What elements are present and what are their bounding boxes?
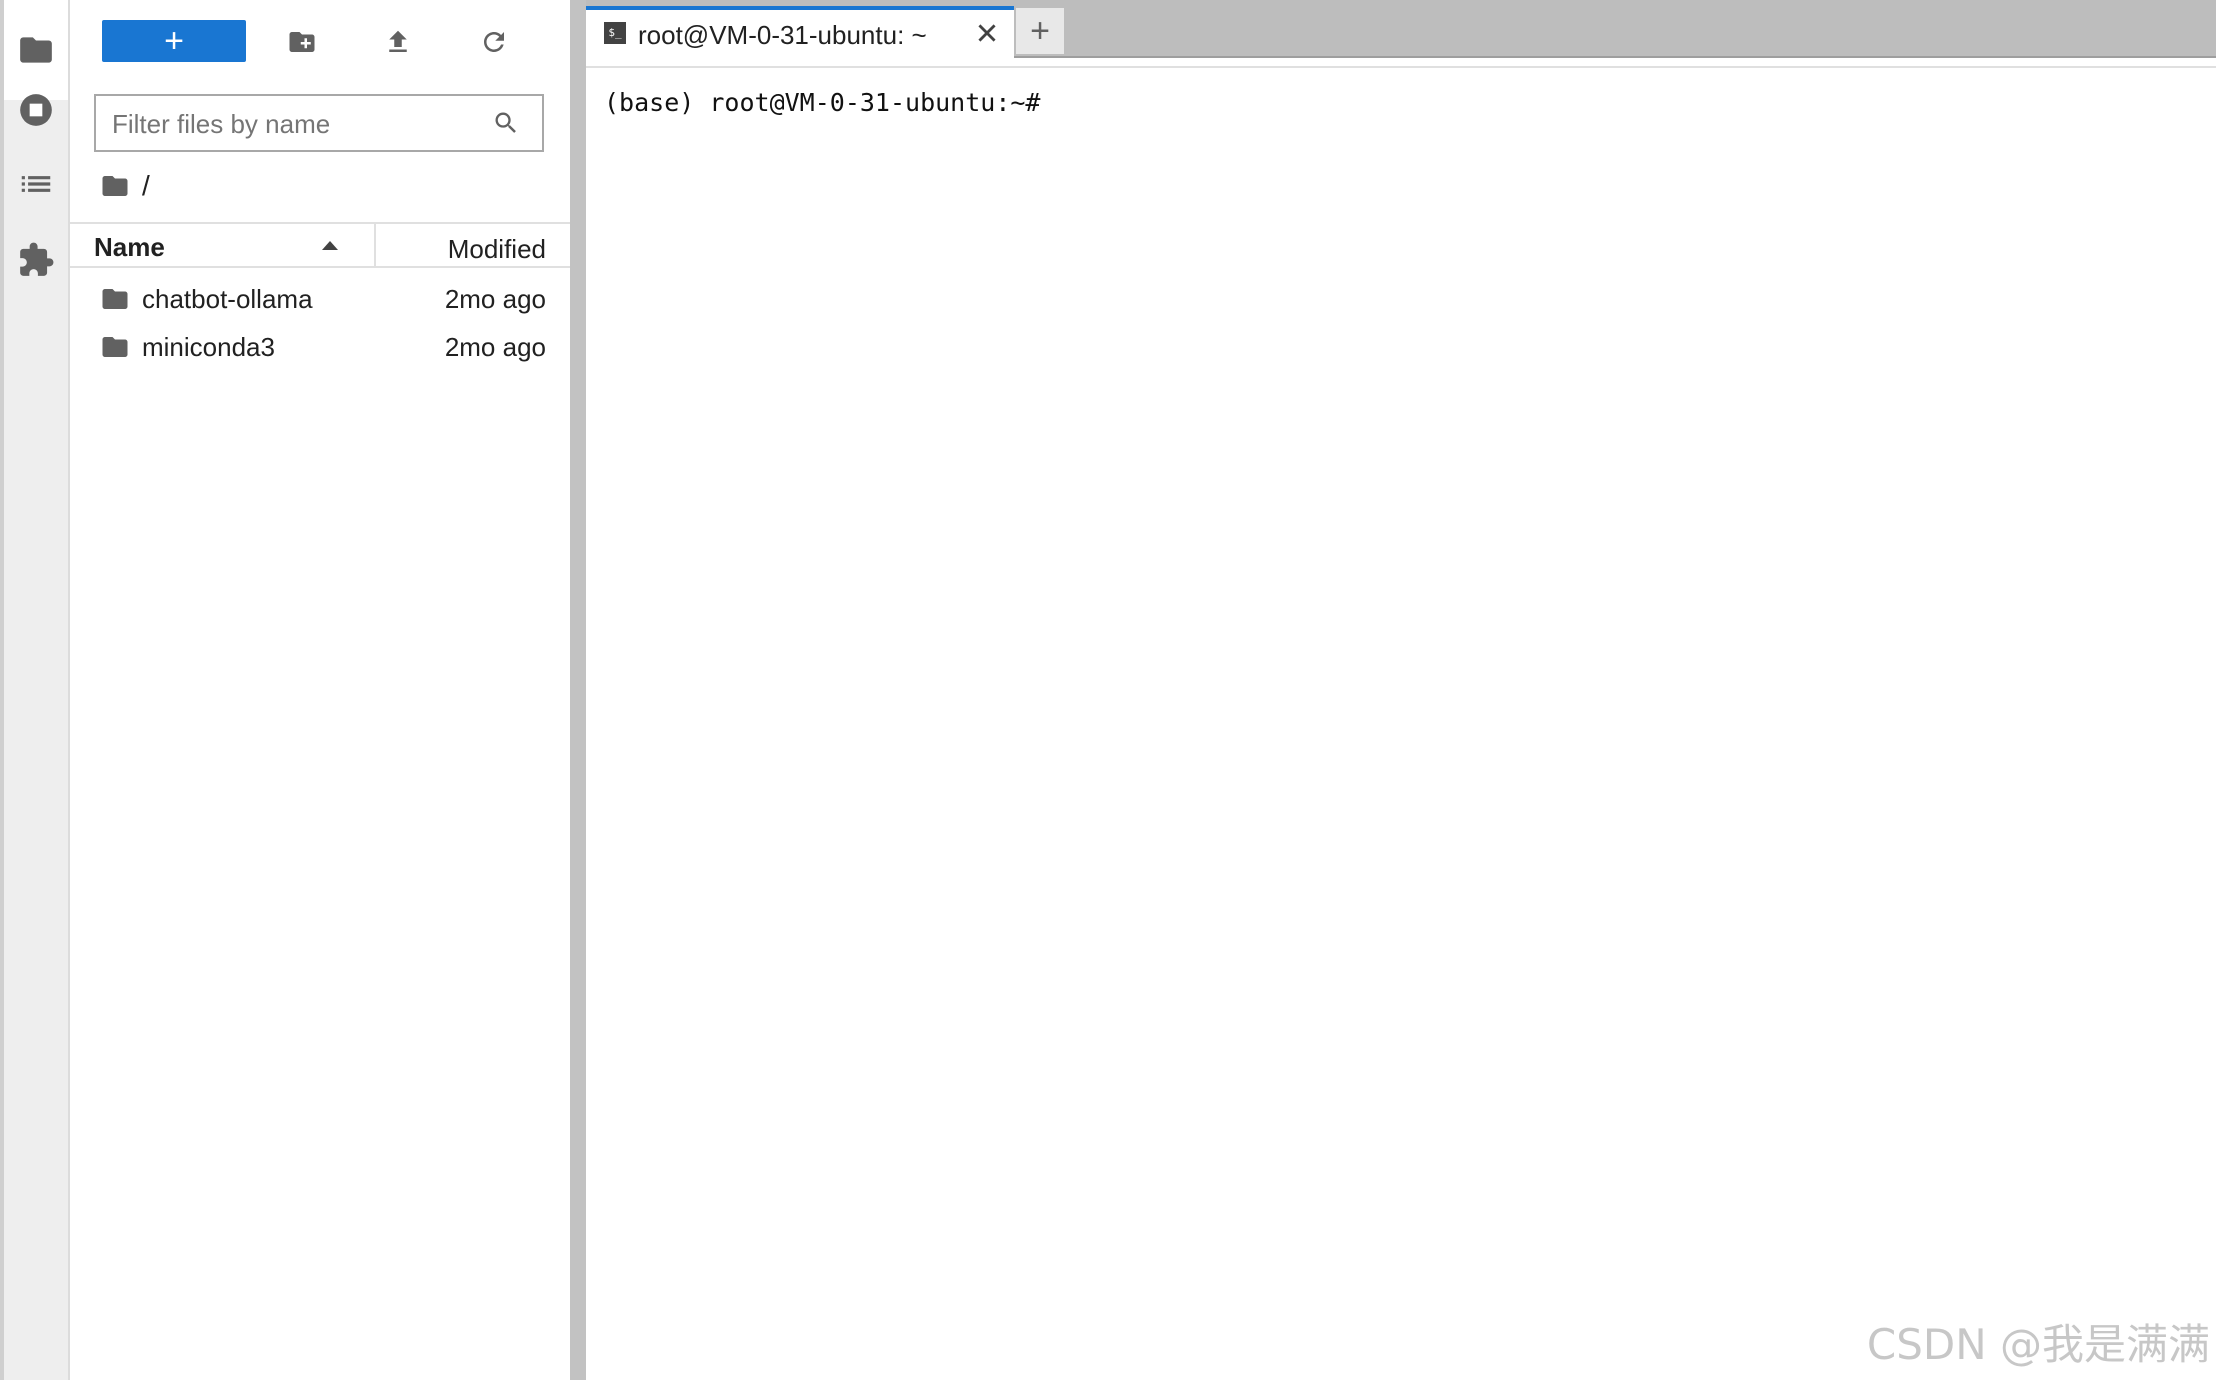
tab-terminal[interactable]: $_ root@VM-0-31-ubuntu: ~: [586, 6, 1014, 58]
activity-bar-background: [4, 100, 68, 1380]
add-tab-button[interactable]: +: [1016, 8, 1064, 54]
plus-icon: +: [1030, 12, 1050, 50]
close-icon[interactable]: [974, 20, 1000, 46]
folder-icon: [100, 284, 130, 314]
tab-underline: [586, 66, 2216, 68]
folder-icon: [100, 332, 130, 362]
terminal-prompt: (base) root@VM-0-31-ubuntu:~#: [604, 88, 1041, 117]
list-item-modified: 2mo ago: [444, 332, 546, 362]
breadcrumb-root[interactable]: /: [142, 170, 150, 202]
list-item-modified: 2mo ago: [444, 284, 546, 314]
column-divider[interactable]: [374, 224, 376, 266]
terminal-icon: $_: [604, 22, 626, 44]
extensions-puzzle-icon[interactable]: [14, 238, 58, 282]
list-item-name: miniconda3: [142, 332, 275, 362]
filter-files-input[interactable]: [110, 96, 474, 152]
filter-files-box: [94, 94, 544, 152]
new-folder-icon[interactable]: [280, 20, 324, 64]
refresh-icon[interactable]: [472, 20, 516, 64]
panel-splitter[interactable]: [570, 0, 586, 1380]
watermark: CSDN @我是满满: [1866, 1320, 2210, 1369]
new-launcher-plus-icon: +: [164, 22, 184, 60]
list-item-name: chatbot-ollama: [142, 284, 313, 314]
file-list-header: Name Modified: [70, 222, 570, 268]
table-of-contents-list-icon[interactable]: [14, 162, 58, 206]
file-browser-toolbar: +: [70, 0, 570, 80]
column-name-header[interactable]: Name: [94, 232, 165, 263]
search-icon: [492, 109, 520, 137]
running-sessions-stop-circle-icon[interactable]: [14, 88, 58, 132]
list-item[interactable]: miniconda3 2mo ago: [70, 322, 570, 368]
activity-bar: [4, 0, 70, 1380]
sort-ascending-icon: [322, 241, 338, 250]
file-browser-panel: + / Name Modified chatbot-ollama 2mo ago: [70, 0, 570, 1380]
tab-bar: $_ root@VM-0-31-ubuntu: ~ +: [586, 0, 2216, 58]
breadcrumb: /: [100, 166, 150, 206]
file-browser-folder-icon[interactable]: [14, 28, 58, 72]
terminal-output[interactable]: (base) root@VM-0-31-ubuntu:~#: [604, 88, 2204, 1358]
tab-label: root@VM-0-31-ubuntu: ~: [638, 20, 927, 50]
column-modified-header[interactable]: Modified: [448, 234, 546, 265]
new-launcher-button[interactable]: +: [102, 20, 246, 62]
upload-icon[interactable]: [376, 20, 420, 64]
list-item[interactable]: chatbot-ollama 2mo ago: [70, 274, 570, 320]
main-area: $_ root@VM-0-31-ubuntu: ~ + (base) root@…: [586, 0, 2216, 1380]
breadcrumb-folder-icon[interactable]: [100, 171, 130, 201]
